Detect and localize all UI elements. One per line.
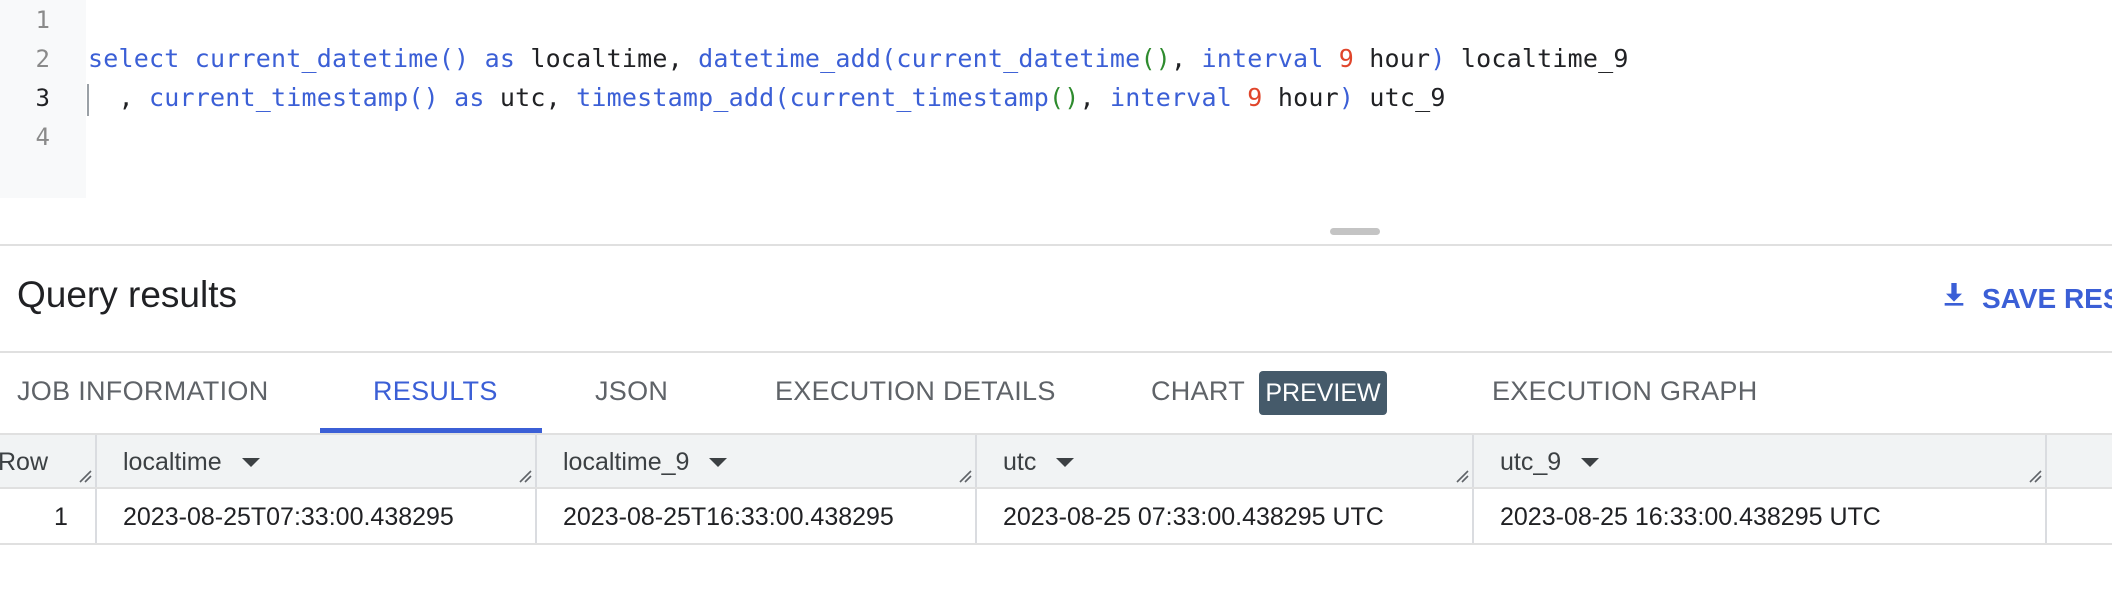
alias: utc_9 [1369,83,1446,112]
save-results-button[interactable]: SAVE RES [1938,279,2112,318]
column-header-row: Row [0,448,49,476]
column-separator [1472,435,1474,487]
caret-down-icon[interactable] [709,458,728,467]
row-number: 1 [54,503,68,531]
column-header-localtime[interactable]: localtime [123,448,260,477]
column-separator [95,435,97,487]
column-header-localtime-9[interactable]: localtime_9 [563,448,728,477]
line-number: 1 [35,6,50,34]
keyword: as [484,44,516,73]
caret-down-icon[interactable] [1056,458,1075,467]
column-header-utc[interactable]: utc [1003,448,1075,477]
keyword: interval [1201,44,1324,73]
column-header-utc-9[interactable]: utc_9 [1500,448,1600,477]
function: datetime_add(current_datetime [698,44,1141,73]
cell-localtime-9[interactable]: 2023-08-25T16:33:00.438295 [563,503,894,532]
cell-utc-9[interactable]: 2023-08-25 16:33:00.438295 UTC [1500,503,1881,532]
keyword: select [88,44,180,73]
function: current_datetime() [194,44,470,73]
tab-results[interactable]: RESULTS [373,376,498,407]
column-separator [975,489,977,543]
resize-handle-icon[interactable] [78,469,92,483]
tab-execution-graph[interactable]: EXECUTION GRAPH [1492,376,1758,407]
cell-localtime[interactable]: 2023-08-25T07:33:00.438295 [123,503,454,532]
query-results-title: Query results [17,274,238,315]
download-icon [1938,279,1970,318]
resize-handle-icon[interactable] [1455,469,1469,483]
function: current_timestamp() [149,83,439,112]
column-label: utc_9 [1500,448,1562,476]
table-row[interactable]: 1 2023-08-25T07:33:00.438295 2023-08-25T… [0,489,2112,545]
paren: ) [1338,83,1355,112]
column-label: localtime [123,448,222,476]
comma: , [1170,44,1187,73]
panel-resize-handle[interactable] [1330,228,1380,235]
alias: localtime_9 [1460,44,1629,73]
column-separator [535,435,537,487]
tab-chart[interactable]: CHART [1151,376,1245,407]
keyword: as [454,83,485,112]
tab-job-information[interactable]: JOB INFORMATION [17,376,269,407]
table-header: Row localtime localtime_9 utc utc_9 [0,433,2112,489]
divider [0,244,2112,246]
unit: hour [1369,44,1431,73]
cell-utc[interactable]: 2023-08-25 07:33:00.438295 UTC [1003,503,1384,532]
column-separator [2045,435,2047,487]
column-separator [535,489,537,543]
preview-badge: PREVIEW [1259,371,1387,415]
paren: ) [1430,44,1446,73]
sql-editor[interactable]: 1 2 3 4 select current_datetime() as loc… [0,0,2112,198]
resize-handle-icon[interactable] [518,469,532,483]
tabs-border [0,351,2112,353]
keyword: interval [1110,83,1233,112]
save-results-label: SAVE RES [1982,282,2112,314]
resize-handle-icon[interactable] [958,469,972,483]
line-number: 4 [35,123,50,151]
number: 9 [1338,44,1355,73]
tab-execution-details[interactable]: EXECUTION DETAILS [775,376,1056,407]
caret-down-icon[interactable] [241,458,260,467]
alias: utc, [499,83,561,112]
comma: , [1079,83,1095,112]
column-separator [95,489,97,543]
caret-down-icon[interactable] [1581,458,1600,467]
column-label: localtime_9 [563,448,690,476]
column-separator [975,435,977,487]
line-number-gutter: 1 2 3 4 [0,0,86,198]
paren: () [1140,44,1171,73]
comma: , [118,83,134,112]
paren: () [1048,83,1080,112]
code-line-2[interactable]: select current_datetime() as localtime, … [88,44,1629,73]
alias: localtime, [530,44,683,73]
tab-json[interactable]: JSON [595,376,668,407]
column-separator [1472,489,1474,543]
resize-handle-icon[interactable] [2028,469,2042,483]
unit: hour [1277,83,1339,112]
column-separator [2045,489,2047,543]
function: timestamp_add(current_timestamp [576,83,1049,112]
number: 9 [1247,83,1263,112]
code-line-3[interactable]: , current_timestamp() as utc, timestamp_… [88,83,1446,112]
column-label: utc [1003,448,1037,476]
line-number: 3 [35,84,50,112]
line-number: 2 [35,45,50,73]
